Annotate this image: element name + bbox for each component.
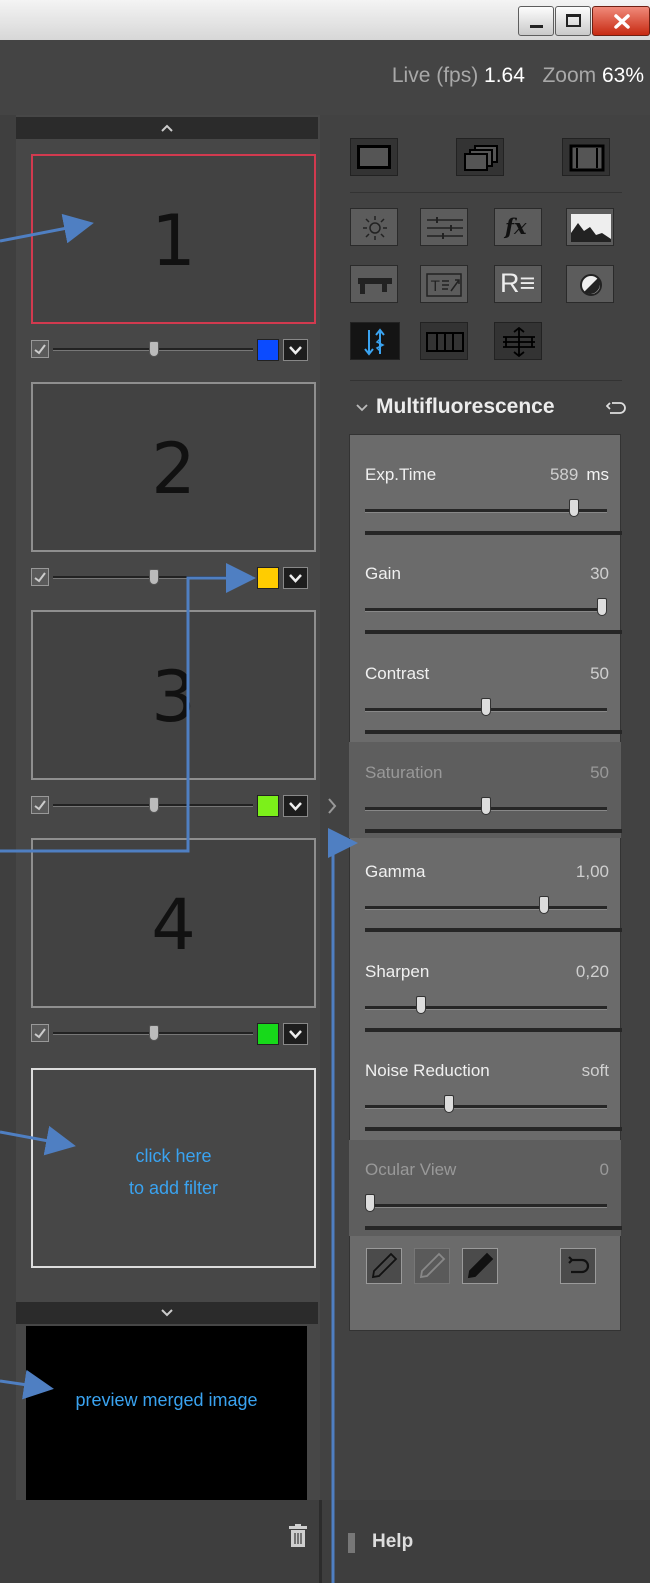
callout-arrow-add	[0, 1125, 76, 1156]
callout-arrows	[0, 213, 358, 1583]
callout-arrow-preview	[0, 1369, 54, 1400]
callout-arrow-filter	[0, 213, 94, 244]
callout-arrow-color	[0, 563, 256, 853]
callout-arrow-panel	[328, 828, 358, 1583]
